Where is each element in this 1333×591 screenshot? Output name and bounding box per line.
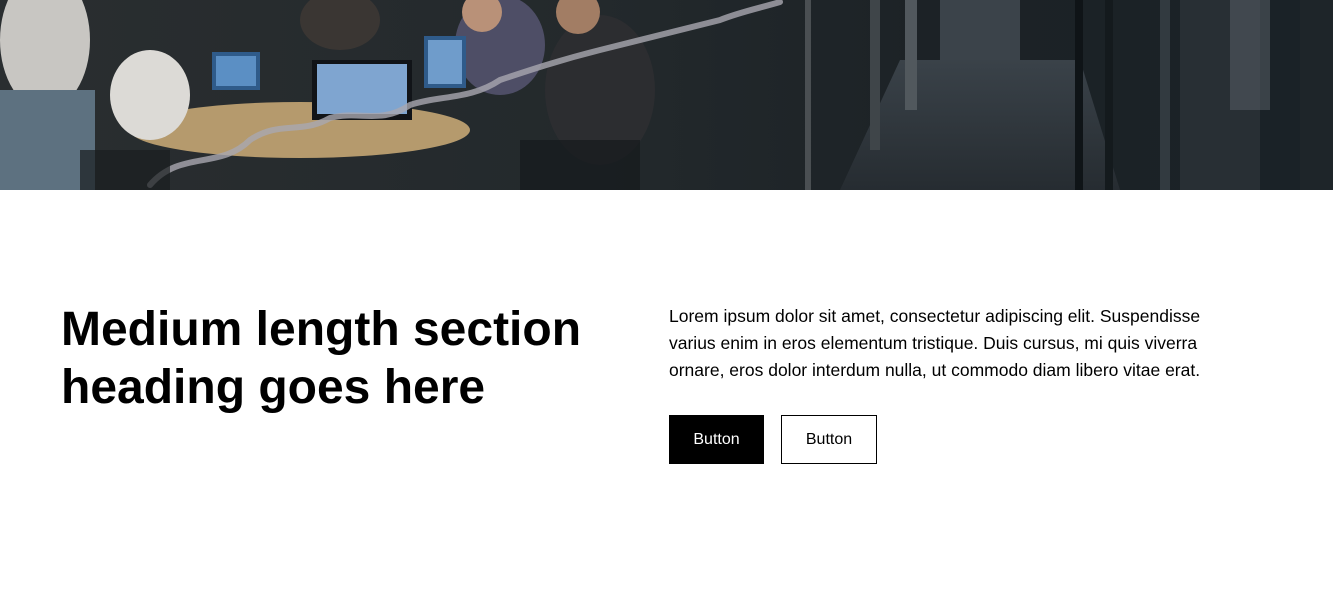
office-meeting-photo [0,0,1333,190]
secondary-button[interactable]: Button [781,415,877,464]
primary-button[interactable]: Button [669,415,764,464]
section-heading: Medium length section heading goes here [61,303,582,414]
content-section: Medium length section heading goes here … [0,190,1333,591]
section-body-text: Lorem ipsum dolor sit amet, consectetur … [669,306,1201,380]
hero-image [0,0,1333,190]
button-group: Button Button [669,415,877,464]
